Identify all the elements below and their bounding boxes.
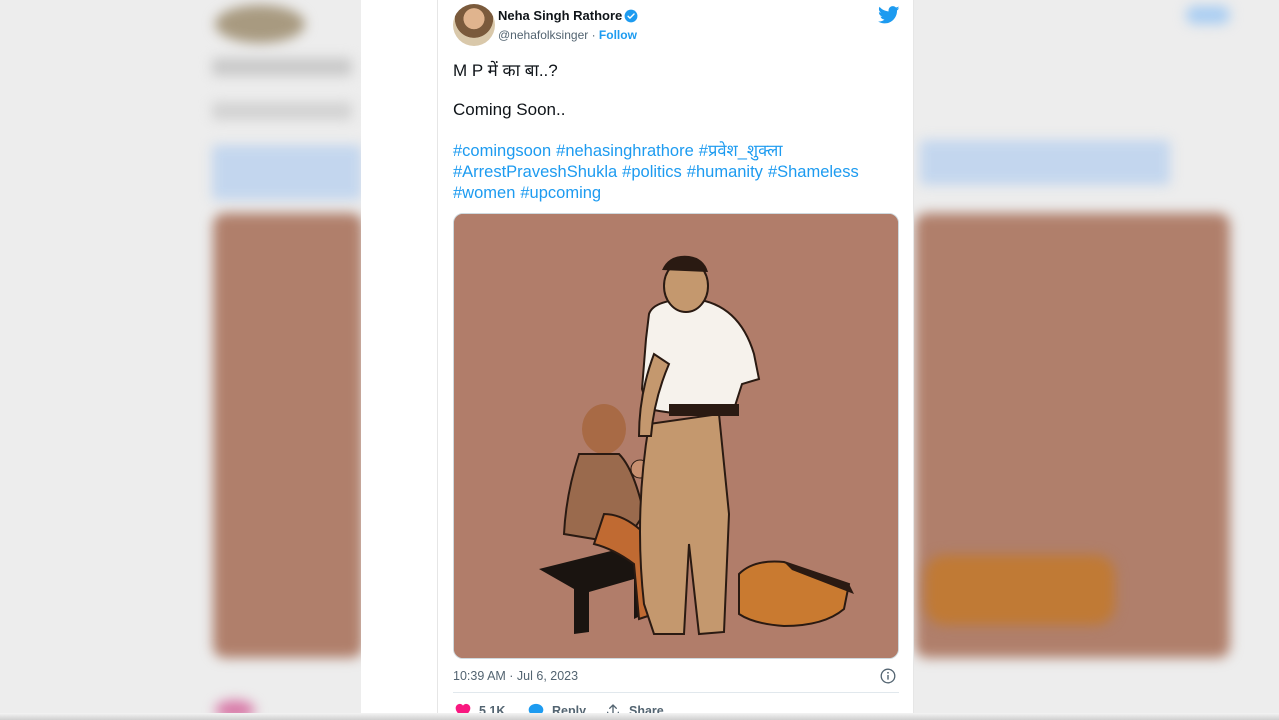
blurred-image bbox=[213, 213, 363, 658]
blurred-text bbox=[212, 58, 352, 76]
author-avatar[interactable] bbox=[453, 4, 495, 46]
author-handle-row: @nehafolksinger · Follow bbox=[498, 28, 637, 42]
hashtag-link[interactable]: #humanity bbox=[687, 163, 763, 181]
verified-badge-icon bbox=[624, 9, 638, 23]
author-handle[interactable]: @nehafolksinger bbox=[498, 28, 588, 42]
timestamp[interactable]: 10:39 AM · Jul 6, 2023 bbox=[453, 669, 578, 683]
hashtag-link[interactable]: #प्रवेश_शुक्ला bbox=[699, 142, 783, 160]
bottom-shadow bbox=[0, 713, 1279, 720]
hashtag-link[interactable]: #ArrestPraveshShukla bbox=[453, 163, 617, 181]
blurred-avatar bbox=[215, 5, 305, 43]
tweet-text-line1: M P में का बा..? bbox=[453, 61, 558, 80]
separator: · bbox=[588, 28, 599, 42]
blurred-text bbox=[212, 102, 352, 120]
blurred-hashtags bbox=[920, 140, 1170, 185]
hashtag-link[interactable]: #Shameless bbox=[768, 163, 859, 181]
tweet-text-line2: Coming Soon.. bbox=[453, 100, 566, 119]
hashtag-link[interactable]: #women bbox=[453, 184, 515, 202]
tweet-media[interactable] bbox=[453, 213, 899, 659]
blurred-hashtags bbox=[212, 145, 362, 200]
hashtag-link[interactable]: #politics bbox=[622, 163, 682, 181]
blurred-button bbox=[1186, 6, 1230, 24]
follow-link[interactable]: Follow bbox=[599, 28, 637, 42]
blurred-image-detail bbox=[925, 555, 1115, 625]
hashtag-link[interactable]: #upcoming bbox=[520, 184, 601, 202]
hashtag-link[interactable]: #comingsoon bbox=[453, 142, 551, 160]
hashtag-list: #comingsoon #nehasinghrathore #प्रवेश_शुक्… bbox=[453, 141, 893, 204]
author-name[interactable]: Neha Singh Rathore bbox=[498, 8, 622, 23]
illustration-image bbox=[454, 214, 898, 658]
info-icon[interactable] bbox=[880, 668, 896, 684]
twitter-bird-icon[interactable] bbox=[878, 6, 900, 24]
footer-divider bbox=[453, 692, 899, 693]
hashtag-link[interactable]: #nehasinghrathore bbox=[556, 142, 694, 160]
